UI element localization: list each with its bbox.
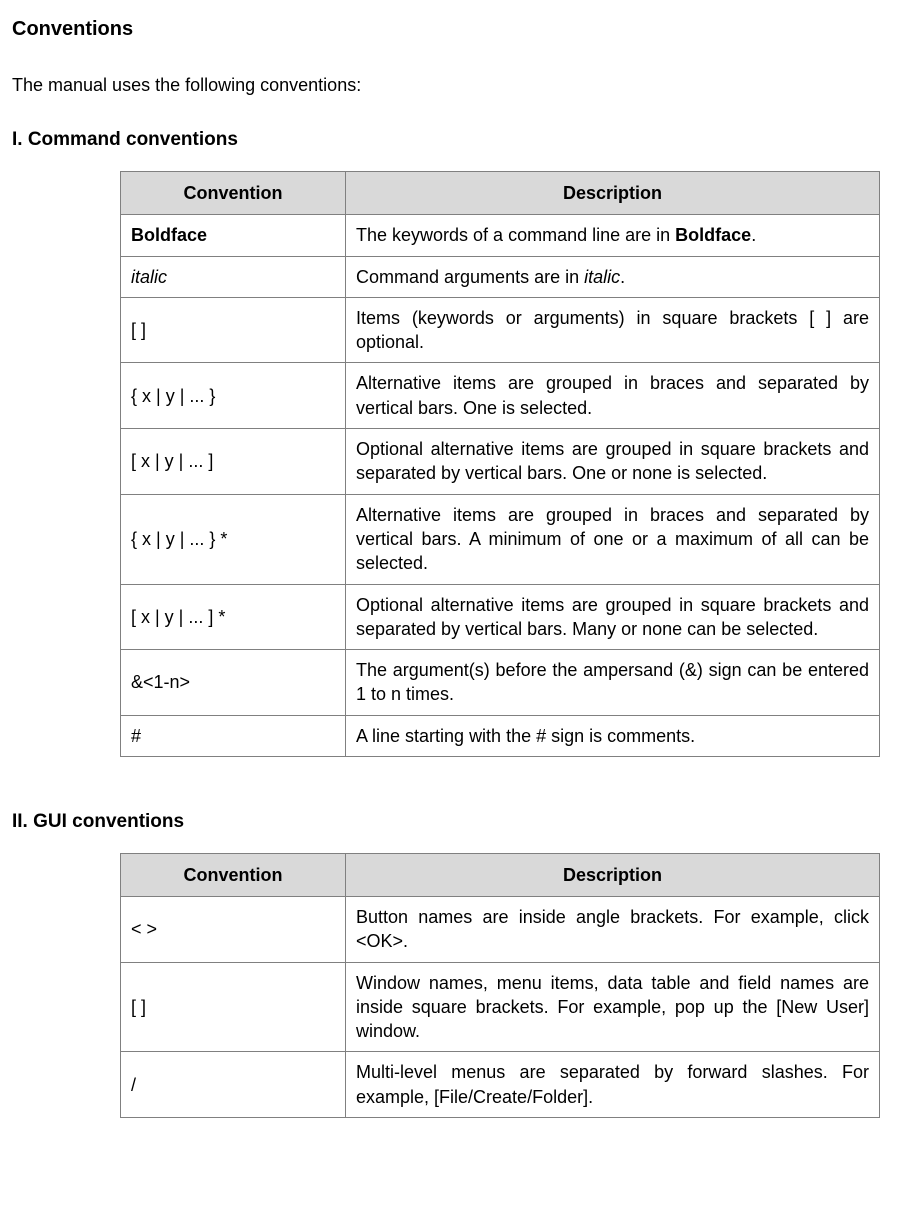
table-row: [ ] Items (keywords or arguments) in squa… bbox=[121, 297, 880, 363]
description-text: Alternative items are grouped in braces … bbox=[356, 373, 874, 417]
description-text: Items (keywords or arguments) in square … bbox=[356, 308, 874, 352]
convention-text: < > bbox=[131, 919, 157, 939]
convention-cell: { x | y | ... } bbox=[121, 363, 346, 429]
table-row: [ x | y | ... ] * Optional alternative it… bbox=[121, 584, 880, 650]
convention-cell: italic bbox=[121, 256, 346, 297]
description-text: A line starting with the # sign is comme… bbox=[356, 726, 695, 746]
description-text: Button names are inside angle brackets. … bbox=[356, 907, 874, 951]
description-text: The keywords of a command line are in bbox=[356, 225, 675, 245]
description-cell: Items (keywords or arguments) in square … bbox=[346, 297, 880, 363]
convention-text: [ ] bbox=[131, 997, 146, 1017]
convention-text: { x | y | ... } bbox=[131, 386, 215, 406]
convention-text: [ ] bbox=[131, 320, 146, 340]
table-body: BoldfaceThe keywords of a command line a… bbox=[121, 215, 880, 757]
description-text: Window names, menu items, data table and… bbox=[356, 973, 874, 1042]
description-cell: The keywords of a command line are in Bo… bbox=[346, 215, 880, 256]
header-convention: Convention bbox=[121, 853, 346, 896]
intro-text: The manual uses the following convention… bbox=[12, 73, 886, 97]
description-cell: The argument(s) before the ampersand (&)… bbox=[346, 650, 880, 716]
table-row: BoldfaceThe keywords of a command line a… bbox=[121, 215, 880, 256]
convention-text: / bbox=[131, 1075, 136, 1095]
convention-cell: # bbox=[121, 715, 346, 756]
convention-text: italic bbox=[131, 267, 167, 287]
header-convention: Convention bbox=[121, 171, 346, 214]
table-row: # A line starting with the # sign is comm… bbox=[121, 715, 880, 756]
description-text: Optional alternative items are grouped i… bbox=[356, 595, 874, 639]
command-conventions-table: Convention Description BoldfaceThe keywo… bbox=[120, 171, 880, 757]
description-cell: Optional alternative items are grouped i… bbox=[346, 429, 880, 495]
description-text: italic bbox=[584, 267, 620, 287]
header-description: Description bbox=[346, 853, 880, 896]
table-row: [ x | y | ... ] Optional alternative item… bbox=[121, 429, 880, 495]
description-cell: Button names are inside angle brackets. … bbox=[346, 896, 880, 962]
section2-title: II. GUI conventions bbox=[12, 809, 886, 835]
convention-text: &<1-n> bbox=[131, 672, 190, 692]
convention-cell: [ ] bbox=[121, 297, 346, 363]
table-row: [ ] Window names, menu items, data table … bbox=[121, 962, 880, 1052]
description-text: Boldface bbox=[675, 225, 751, 245]
convention-cell: [ x | y | ... ] * bbox=[121, 584, 346, 650]
convention-cell: [ x | y | ... ] bbox=[121, 429, 346, 495]
convention-cell: < > bbox=[121, 896, 346, 962]
table-header-row: Convention Description bbox=[121, 853, 880, 896]
description-text: Optional alternative items are grouped i… bbox=[356, 439, 874, 483]
description-text: The argument(s) before the ampersand (&)… bbox=[356, 660, 874, 704]
convention-text: Boldface bbox=[131, 225, 207, 245]
description-cell: Optional alternative items are grouped i… bbox=[346, 584, 880, 650]
page-title: Conventions bbox=[12, 16, 886, 43]
description-cell: Alternative items are grouped in braces … bbox=[346, 363, 880, 429]
description-cell: Multi-level menus are separated by forwa… bbox=[346, 1052, 880, 1118]
convention-cell: [ ] bbox=[121, 962, 346, 1052]
gui-conventions-table: Convention Description < > Button names a… bbox=[120, 853, 880, 1118]
table-row: / Multi-level menus are separated by forw… bbox=[121, 1052, 880, 1118]
description-text: Alternative items are grouped in braces … bbox=[356, 505, 874, 574]
table-header-row: Convention Description bbox=[121, 171, 880, 214]
table-row: { x | y | ... } Alternative items are gro… bbox=[121, 363, 880, 429]
table-row: &<1-n> The argument(s) before the ampersa… bbox=[121, 650, 880, 716]
description-text: Multi-level menus are separated by forwa… bbox=[356, 1062, 874, 1106]
description-cell: Alternative items are grouped in braces … bbox=[346, 494, 880, 584]
description-text: . bbox=[751, 225, 756, 245]
convention-text: [ x | y | ... ] bbox=[131, 451, 213, 471]
convention-cell: &<1-n> bbox=[121, 650, 346, 716]
table-body: < > Button names are inside angle bracket… bbox=[121, 896, 880, 1117]
description-cell: A line starting with the # sign is comme… bbox=[346, 715, 880, 756]
convention-cell: / bbox=[121, 1052, 346, 1118]
description-cell: Window names, menu items, data table and… bbox=[346, 962, 880, 1052]
header-description: Description bbox=[346, 171, 880, 214]
convention-cell: Boldface bbox=[121, 215, 346, 256]
description-text: . bbox=[620, 267, 625, 287]
section1-title: I. Command conventions bbox=[12, 127, 886, 153]
table-row: < > Button names are inside angle bracket… bbox=[121, 896, 880, 962]
convention-text: # bbox=[131, 726, 141, 746]
description-text: Command arguments are in bbox=[356, 267, 584, 287]
description-cell: Command arguments are in italic. bbox=[346, 256, 880, 297]
convention-text: { x | y | ... } * bbox=[131, 529, 227, 549]
table-row: italicCommand arguments are in italic. bbox=[121, 256, 880, 297]
table-row: { x | y | ... } * Alternative items are g… bbox=[121, 494, 880, 584]
convention-text: [ x | y | ... ] * bbox=[131, 607, 225, 627]
convention-cell: { x | y | ... } * bbox=[121, 494, 346, 584]
